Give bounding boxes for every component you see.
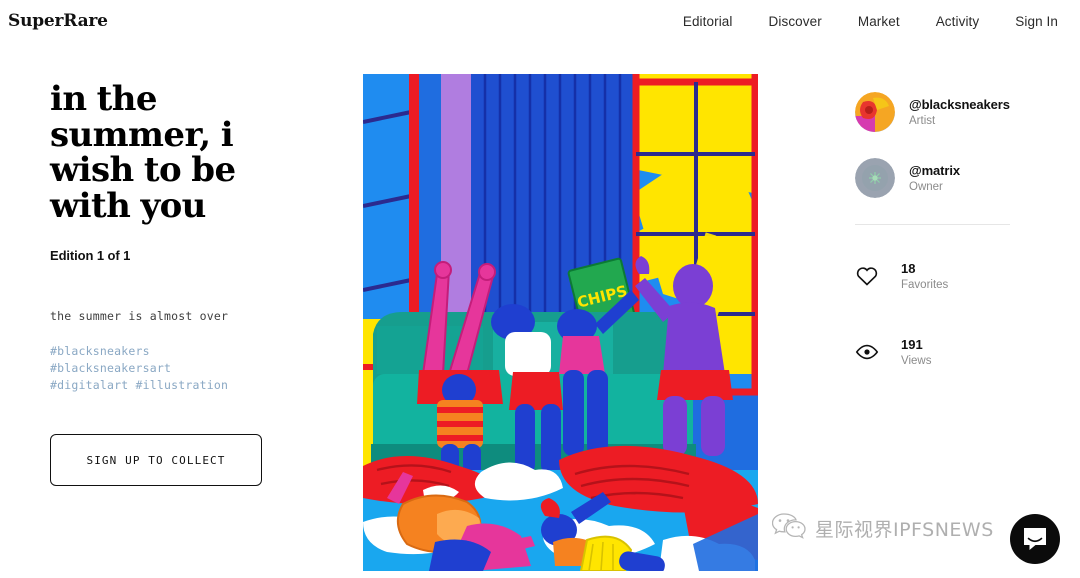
- owner-avatar-icon: [855, 158, 895, 198]
- artist-row[interactable]: @blacksneakers Artist: [855, 92, 1040, 132]
- views-label: Views: [901, 355, 932, 367]
- tag-blacksneakersart[interactable]: #blacksneakersart: [50, 360, 320, 377]
- views-stat: 191 Views: [855, 337, 1040, 367]
- eye-icon: [855, 340, 879, 364]
- artwork-details-panel: in the summer, i wish to be with you Edi…: [50, 79, 320, 487]
- nav-item-activity[interactable]: Activity: [936, 14, 980, 29]
- wechat-icon: [771, 512, 806, 545]
- edition-label: Edition 1 of 1: [50, 247, 131, 263]
- owner-info: @matrix Owner: [909, 163, 960, 193]
- chat-widget-button[interactable]: [1010, 514, 1060, 564]
- artwork-illustration: CHIPS: [363, 74, 758, 571]
- artist-avatar[interactable]: [855, 92, 895, 132]
- site-logo[interactable]: SuperRare: [8, 11, 108, 31]
- favorites-stat: 18 Favorites: [855, 261, 1040, 291]
- artist-info: @blacksneakers Artist: [909, 97, 1010, 127]
- nav-item-editorial[interactable]: Editorial: [683, 14, 733, 29]
- favorites-text: 18 Favorites: [901, 261, 948, 291]
- watermark-text: 星际视界IPFSNEWS: [815, 519, 994, 541]
- owner-row[interactable]: @matrix Owner: [855, 158, 1040, 198]
- favorites-label: Favorites: [901, 279, 949, 291]
- chat-bubble-icon: [1024, 528, 1046, 550]
- wechat-watermark: 星际视界IPFSNEWS: [771, 512, 994, 545]
- stats-list: 18 Favorites 191 Views: [855, 261, 1040, 367]
- artwork-tags: #blacksneakers #blacksneakersart #digita…: [50, 343, 320, 395]
- site-header: SuperRare Editorial Discover Market Acti…: [0, 0, 1080, 42]
- views-count: 191: [901, 337, 923, 352]
- tag-blacksneakers[interactable]: #blacksneakers: [50, 343, 320, 360]
- nav-item-sign-in[interactable]: Sign In: [1015, 14, 1058, 29]
- nav-item-discover[interactable]: Discover: [769, 14, 822, 29]
- meta-divider: [855, 224, 1010, 225]
- views-text: 191 Views: [901, 337, 931, 367]
- artist-avatar-icon: [855, 92, 895, 132]
- artist-role: Artist: [909, 115, 936, 127]
- page-root: SuperRare Editorial Discover Market Acti…: [0, 0, 1080, 578]
- tag-digitalart-illustration[interactable]: #digitalart #illustration: [50, 377, 320, 394]
- sign-up-to-collect-button[interactable]: SIGN UP TO COLLECT: [50, 434, 262, 487]
- artwork-meta-panel: @blacksneakers Artist @matrix Owner 18 F…: [855, 92, 1040, 413]
- artwork-image[interactable]: CHIPS: [363, 74, 758, 571]
- artist-handle[interactable]: @blacksneakers: [909, 97, 1010, 112]
- artwork-title: in the summer, i wish to be with you: [50, 79, 236, 227]
- heart-icon: [855, 264, 879, 288]
- artwork-description: the summer is almost over: [50, 308, 229, 323]
- owner-handle[interactable]: @matrix: [909, 163, 960, 178]
- nav-item-market[interactable]: Market: [858, 14, 900, 29]
- main-navigation: Editorial Discover Market Activity Sign …: [683, 14, 1058, 29]
- favorites-count: 18: [901, 261, 916, 276]
- owner-avatar[interactable]: [855, 158, 895, 198]
- owner-role: Owner: [909, 181, 943, 193]
